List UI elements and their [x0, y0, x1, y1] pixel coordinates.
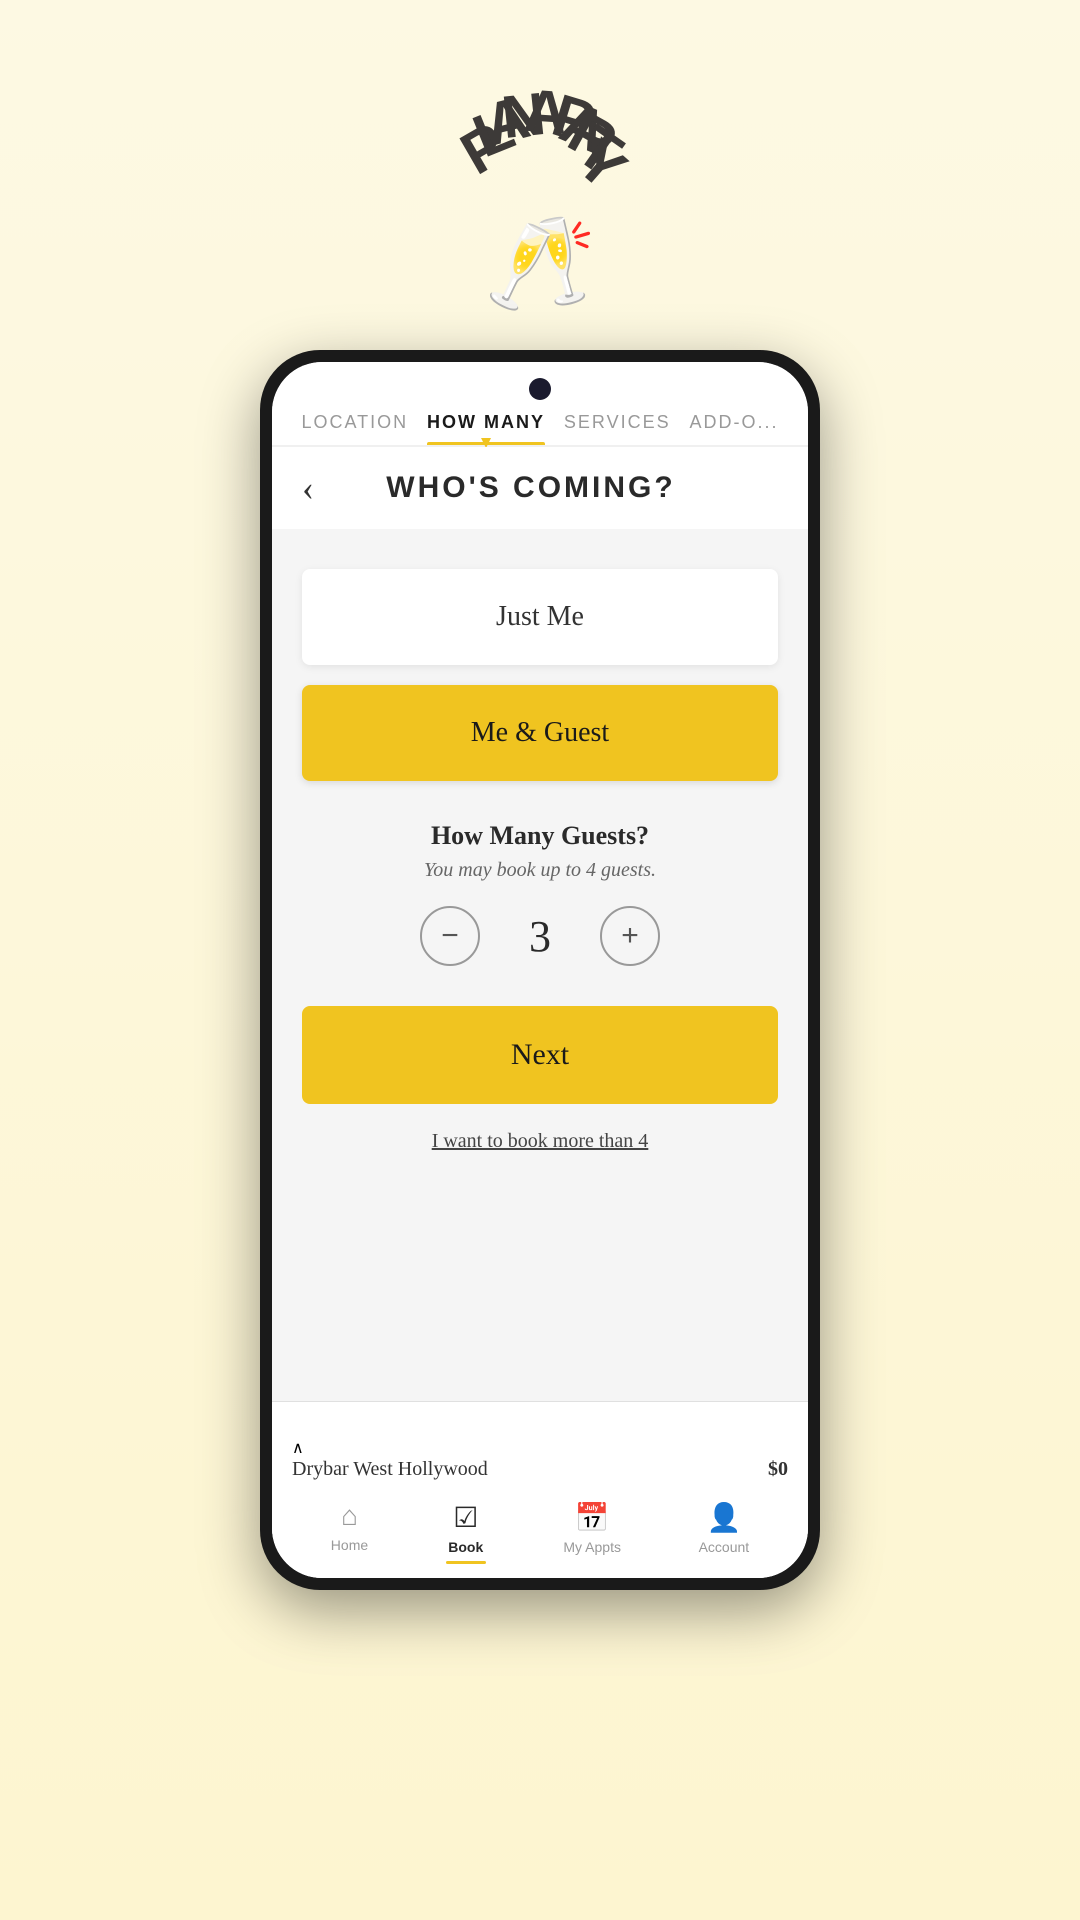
screen-content: ‹ WHO'S COMING? Just Me Me & Guest How M… [272, 447, 808, 1578]
me-and-guest-button[interactable]: Me & Guest [302, 685, 778, 781]
camera-notch [272, 362, 808, 400]
decrement-button[interactable]: − [420, 906, 480, 966]
bottom-nav: ⌂ Home ☑ Book 📅 My Appts 👤 Account [292, 1491, 788, 1568]
tab-location[interactable]: LOCATION [301, 412, 408, 445]
just-me-button[interactable]: Just Me [302, 569, 778, 665]
guest-section: How Many Guests? You may book up to 4 gu… [272, 801, 808, 986]
increment-button[interactable]: + [600, 906, 660, 966]
nav-item-book[interactable]: ☑ Book [446, 1501, 486, 1564]
bottom-info-row: Drybar West Hollywood $0 [292, 1458, 788, 1491]
book-more-link[interactable]: I want to book more than 4 [272, 1114, 808, 1169]
guest-title: How Many Guests? [431, 821, 649, 851]
location-label: Drybar West Hollywood [292, 1458, 488, 1481]
bottom-info-wrapper: ∧ Drybar West Hollywood $0 [292, 1418, 788, 1491]
nav-item-home[interactable]: ⌂ Home [331, 1501, 368, 1564]
account-icon: 👤 [706, 1501, 741, 1535]
guest-count: 3 [520, 911, 560, 962]
tab-how-many[interactable]: HOW MANY [427, 412, 545, 445]
screen-header: ‹ WHO'S COMING? [272, 447, 808, 529]
step-tabs: LOCATION HOW MANY SERVICES ADD-O... [272, 400, 808, 447]
phone-bottom-bar: ∧ Drybar West Hollywood $0 ⌂ Home ☑ Book [272, 1401, 808, 1578]
nav-label-my-appts: My Appts [563, 1539, 621, 1555]
phone-device: LOCATION HOW MANY SERVICES ADD-O... ‹ WH… [260, 350, 820, 1590]
price-label: $0 [768, 1458, 788, 1481]
champagne-icon: 🥂 [484, 220, 596, 310]
home-icon: ⌂ [341, 1501, 358, 1533]
guest-subtitle: You may book up to 4 guests. [424, 859, 656, 882]
nav-item-account[interactable]: 👤 Account [699, 1501, 750, 1564]
back-button[interactable]: ‹ [302, 467, 314, 509]
tab-services[interactable]: SERVICES [564, 412, 671, 445]
book-icon: ☑ [453, 1501, 478, 1535]
counter-row: − 3 + [420, 906, 660, 966]
nav-item-my-appts[interactable]: 📅 My Appts [563, 1501, 621, 1564]
phone-screen: LOCATION HOW MANY SERVICES ADD-O... ‹ WH… [272, 362, 808, 1578]
nav-label-home: Home [331, 1537, 368, 1553]
chevron-up-icon[interactable]: ∧ [292, 1440, 304, 1457]
top-section: P L A N A P A R T Y 🥂 [290, 0, 790, 310]
camera-dot [529, 378, 551, 400]
tab-add-ons[interactable]: ADD-O... [690, 412, 779, 445]
my-appts-icon: 📅 [575, 1501, 610, 1535]
next-button-area: Next [272, 986, 808, 1114]
app-title: P L A N A P A R T Y [290, 80, 790, 210]
screen-title: WHO'S COMING? [314, 471, 778, 505]
book-active-indicator [446, 1561, 486, 1564]
nav-label-account: Account [699, 1539, 750, 1555]
nav-label-book: Book [448, 1539, 483, 1555]
options-area: Just Me Me & Guest [272, 529, 808, 801]
next-button[interactable]: Next [302, 1006, 778, 1104]
